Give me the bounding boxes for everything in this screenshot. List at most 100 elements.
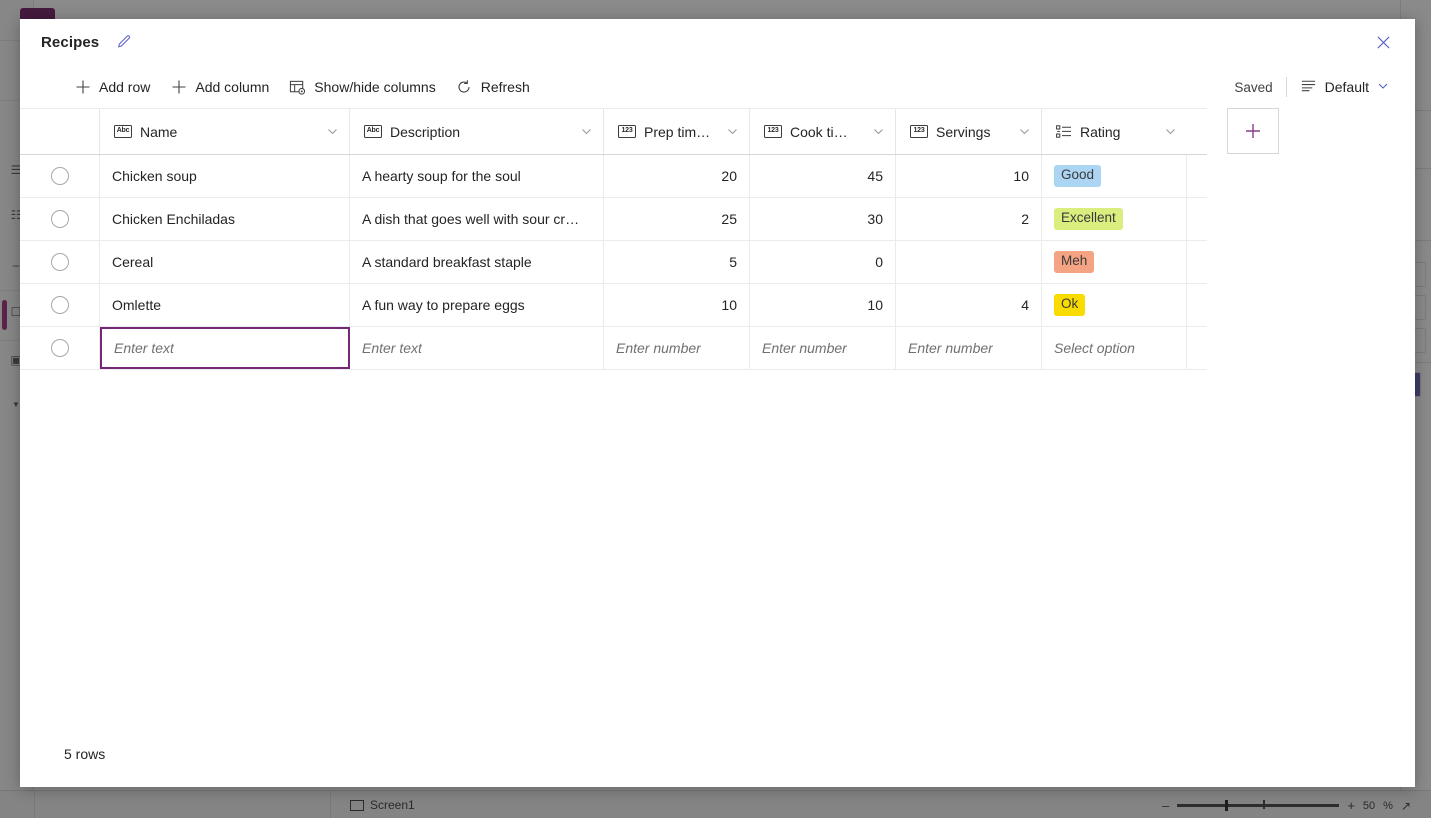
- table-row[interactable]: Cereal A standard breakfast staple 5 0 M…: [20, 241, 1207, 284]
- cell-cook-time[interactable]: 45: [750, 155, 896, 197]
- cell-rating[interactable]: Excellent: [1042, 198, 1187, 240]
- zoom-slider: [1177, 804, 1339, 807]
- row-select-toggle[interactable]: [20, 155, 100, 197]
- dialog-titlebar: Recipes: [20, 19, 1415, 66]
- cell-rating[interactable]: Ok: [1042, 284, 1187, 326]
- chevron-down-icon[interactable]: [580, 125, 593, 138]
- column-header-description[interactable]: Abc Description: [350, 109, 604, 154]
- table-row[interactable]: Chicken soup A hearty soup for the soul …: [20, 155, 1207, 198]
- row-select-toggle[interactable]: [20, 241, 100, 283]
- cell-servings-text: 2: [1021, 211, 1029, 227]
- add-column-button[interactable]: Add column: [160, 71, 279, 103]
- cell-cook-time-text: 45: [867, 168, 883, 184]
- list-view-icon: [1300, 77, 1317, 97]
- new-row-servings-input[interactable]: Enter number: [896, 327, 1042, 369]
- cell-description[interactable]: A standard breakfast staple: [350, 241, 604, 283]
- zoom-in-icon: +: [1347, 798, 1355, 813]
- saved-status: Saved: [1234, 80, 1285, 95]
- fit-screen-icon: ↗: [1401, 799, 1411, 813]
- close-icon[interactable]: [1369, 29, 1397, 57]
- refresh-button[interactable]: Refresh: [446, 71, 540, 103]
- show-hide-columns-button[interactable]: Show/hide columns: [279, 71, 445, 103]
- cell-cook-time[interactable]: 30: [750, 198, 896, 240]
- chevron-down-icon[interactable]: [1164, 125, 1177, 138]
- abc-text-icon: Abc: [364, 125, 382, 138]
- column-header-name[interactable]: Abc Name: [100, 109, 350, 154]
- cell-description[interactable]: A dish that goes well with sour cr…: [350, 198, 604, 240]
- chevron-down-icon[interactable]: [872, 125, 885, 138]
- add-column-grid-button[interactable]: [1227, 108, 1279, 154]
- view-selector-label: Default: [1325, 79, 1369, 95]
- chevron-down-icon[interactable]: [1018, 125, 1031, 138]
- column-header-servings-label: Servings: [936, 124, 990, 140]
- column-header-description-label: Description: [390, 124, 460, 140]
- cell-prep-time-text: 25: [721, 211, 737, 227]
- cell-prep-time[interactable]: 10: [604, 284, 750, 326]
- new-row-name-input[interactable]: Enter text: [100, 327, 350, 369]
- pencil-icon[interactable]: [113, 33, 133, 53]
- table-row[interactable]: Omlette A fun way to prepare eggs 10 10 …: [20, 284, 1207, 327]
- cell-name[interactable]: Chicken soup: [100, 155, 350, 197]
- grid-header-row: Abc Name Abc Description 123 Prep tim…: [20, 109, 1207, 155]
- add-column-label: Add column: [195, 79, 269, 95]
- cell-cook-time-text: 10: [867, 297, 883, 313]
- new-row[interactable]: Enter text Enter text Enter number Enter…: [20, 327, 1207, 370]
- radio-icon: [51, 339, 69, 357]
- cell-prep-time[interactable]: 25: [604, 198, 750, 240]
- dialog-command-bar: Add row Add column Show/hide columns: [20, 66, 1415, 108]
- view-selector-button[interactable]: Default: [1287, 71, 1397, 103]
- add-row-label: Add row: [99, 79, 150, 95]
- abc-text-icon: Abc: [114, 125, 132, 138]
- column-header-prep-time-label: Prep tim…: [644, 124, 710, 140]
- cell-description[interactable]: A fun way to prepare eggs: [350, 284, 604, 326]
- new-row-description-input[interactable]: Enter text: [350, 327, 604, 369]
- cell-rating[interactable]: Good: [1042, 155, 1187, 197]
- chevron-down-icon[interactable]: [726, 125, 739, 138]
- cell-servings[interactable]: [896, 241, 1042, 283]
- cell-servings-text: 10: [1013, 168, 1029, 184]
- column-header-prep-time[interactable]: 123 Prep tim…: [604, 109, 750, 154]
- column-header-cook-time[interactable]: 123 Cook ti…: [750, 109, 896, 154]
- row-select-toggle[interactable]: [20, 327, 100, 369]
- cell-name-text: Chicken Enchiladas: [112, 211, 235, 227]
- new-row-cook-time-input[interactable]: Enter number: [750, 327, 896, 369]
- cell-servings[interactable]: 4: [896, 284, 1042, 326]
- cell-description-text: A standard breakfast staple: [362, 254, 532, 270]
- radio-icon: [51, 253, 69, 271]
- cell-cook-time-text: 30: [867, 211, 883, 227]
- new-row-prep-time-input[interactable]: Enter number: [604, 327, 750, 369]
- plus-icon: [74, 79, 91, 96]
- background-screen-chip: Screen1: [350, 798, 415, 812]
- new-row-rating-select[interactable]: Select option: [1042, 327, 1187, 369]
- row-select-toggle[interactable]: [20, 198, 100, 240]
- data-grid-wrapper: Abc Name Abc Description 123 Prep tim…: [20, 108, 1415, 370]
- cell-name[interactable]: Omlette: [100, 284, 350, 326]
- cell-name[interactable]: Cereal: [100, 241, 350, 283]
- add-row-button[interactable]: Add row: [64, 71, 160, 103]
- cell-cook-time[interactable]: 10: [750, 284, 896, 326]
- cell-cook-time[interactable]: 0: [750, 241, 896, 283]
- data-grid: Abc Name Abc Description 123 Prep tim…: [20, 108, 1207, 370]
- status-badge: Meh: [1054, 251, 1094, 272]
- zoom-percent-symbol: %: [1383, 800, 1393, 812]
- cell-servings[interactable]: 2: [896, 198, 1042, 240]
- cell-description[interactable]: A hearty soup for the soul: [350, 155, 604, 197]
- column-header-rating[interactable]: Rating: [1042, 109, 1187, 154]
- cell-prep-time[interactable]: 20: [604, 155, 750, 197]
- choice-list-icon: [1056, 125, 1072, 139]
- table-row[interactable]: Chicken Enchiladas A dish that goes well…: [20, 198, 1207, 241]
- cell-name-text: Chicken soup: [112, 168, 197, 184]
- row-select-toggle[interactable]: [20, 284, 100, 326]
- cell-rating[interactable]: Meh: [1042, 241, 1187, 283]
- cell-name-text: Omlette: [112, 297, 161, 313]
- cell-servings-text: 4: [1021, 297, 1029, 313]
- status-badge: Excellent: [1054, 208, 1123, 229]
- new-row-rating-placeholder: Select option: [1054, 340, 1135, 356]
- select-all-header[interactable]: [20, 109, 100, 154]
- column-header-servings[interactable]: 123 Servings: [896, 109, 1042, 154]
- 123-number-icon: 123: [618, 125, 636, 138]
- chevron-down-icon[interactable]: [326, 125, 339, 138]
- cell-prep-time[interactable]: 5: [604, 241, 750, 283]
- cell-name[interactable]: Chicken Enchiladas: [100, 198, 350, 240]
- cell-servings[interactable]: 10: [896, 155, 1042, 197]
